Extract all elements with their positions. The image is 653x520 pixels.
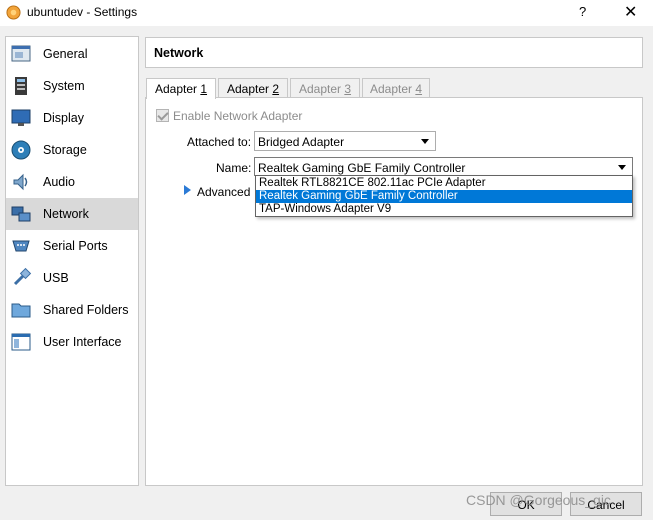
- close-button[interactable]: ✕: [624, 2, 637, 22]
- tab-number: 4: [415, 82, 423, 96]
- audio-icon: [13, 173, 28, 191]
- tab-label: Adapter: [226, 82, 273, 96]
- tab-adapter-3: Adapter 3: [290, 78, 360, 98]
- sidebar-item-label: Storage: [43, 143, 87, 157]
- adapter-name-dropdown-list: Realtek RTL8821CE 802.11ac PCIe Adapter …: [255, 175, 633, 217]
- network-icon: [11, 206, 31, 222]
- enable-network-adapter-label: Enable Network Adapter: [173, 109, 303, 123]
- system-icon: [15, 77, 27, 95]
- title-bar: ubuntudev - Settings ? ✕: [0, 0, 653, 26]
- page-title: Network: [154, 46, 204, 60]
- page-header: Network: [145, 37, 643, 68]
- sidebar-item-label: Shared Folders: [43, 303, 129, 317]
- sidebar-item-system[interactable]: System: [6, 70, 138, 102]
- dropdown-option[interactable]: TAP-Windows Adapter V9: [256, 203, 632, 216]
- sidebar-item-label: USB: [43, 271, 69, 285]
- tab-number: 2: [272, 82, 280, 96]
- dropdown-option[interactable]: Realtek RTL8821CE 802.11ac PCIe Adapter: [256, 177, 632, 190]
- sidebar-item-storage[interactable]: Storage: [6, 134, 138, 166]
- sidebar-item-general[interactable]: General: [6, 38, 138, 70]
- adapter-panel: [145, 97, 643, 486]
- sidebar-item-label: System: [43, 79, 85, 93]
- sidebar-item-label: Display: [43, 111, 84, 125]
- sidebar-item-label: Network: [43, 207, 89, 221]
- user-interface-icon: [11, 333, 31, 351]
- window-title: ubuntudev - Settings: [27, 5, 138, 19]
- virtualbox-app-icon: [6, 5, 21, 20]
- checkbox-check-icon: [156, 109, 169, 122]
- sidebar-item-label: Audio: [43, 175, 75, 189]
- usb-icon: [13, 267, 32, 286]
- shared-folders-icon: [11, 303, 31, 318]
- tab-label: Adapter: [154, 82, 201, 96]
- sidebar-item-shared-folders[interactable]: Shared Folders: [6, 294, 138, 326]
- sidebar-item-display[interactable]: Display: [6, 102, 138, 134]
- attached-to-value: Bridged Adapter: [258, 135, 345, 149]
- tab-adapter-1[interactable]: Adapter 1: [146, 78, 216, 99]
- tab-label: Adapter: [298, 82, 345, 96]
- tab-adapter-4: Adapter 4: [362, 78, 430, 98]
- general-icon: [11, 45, 31, 62]
- attached-to-label: Attached to:: [187, 135, 252, 149]
- adapter-name-select[interactable]: Realtek Gaming GbE Family Controller: [254, 157, 633, 176]
- tab-label: Adapter: [369, 82, 416, 96]
- sidebar-item-serial-ports[interactable]: Serial Ports: [6, 230, 138, 262]
- sidebar-item-network[interactable]: Network: [6, 198, 138, 230]
- sidebar-item-label: User Interface: [43, 335, 122, 349]
- sidebar-item-usb[interactable]: USB: [6, 262, 138, 294]
- attached-to-select[interactable]: Bridged Adapter: [254, 131, 436, 151]
- sidebar-item-audio[interactable]: Audio: [6, 166, 138, 198]
- tab-number: 3: [344, 82, 352, 96]
- dropdown-option-highlighted[interactable]: Realtek Gaming GbE Family Controller: [256, 190, 632, 203]
- sidebar-item-label: General: [43, 47, 88, 61]
- name-label: Name:: [216, 161, 252, 175]
- sidebar-item-user-interface[interactable]: User Interface: [6, 326, 138, 358]
- chevron-down-icon: [618, 165, 626, 170]
- chevron-down-icon: [421, 139, 429, 144]
- tab-adapter-2[interactable]: Adapter 2: [218, 78, 288, 98]
- display-icon: [11, 109, 31, 126]
- expand-arrow-icon[interactable]: [184, 185, 191, 195]
- serial-ports-icon: [12, 240, 30, 252]
- sidebar-item-label: Serial Ports: [43, 239, 108, 253]
- advanced-toggle[interactable]: Advanced: [197, 185, 250, 199]
- watermark: CSDN @Gorgeous_gic: [466, 492, 611, 508]
- storage-icon: [11, 140, 31, 160]
- settings-sidebar: General System Display Storage Audio Net…: [5, 36, 139, 486]
- tab-number: 1: [200, 82, 208, 96]
- adapter-name-value: Realtek Gaming GbE Family Controller: [258, 161, 466, 175]
- help-button[interactable]: ?: [579, 4, 586, 19]
